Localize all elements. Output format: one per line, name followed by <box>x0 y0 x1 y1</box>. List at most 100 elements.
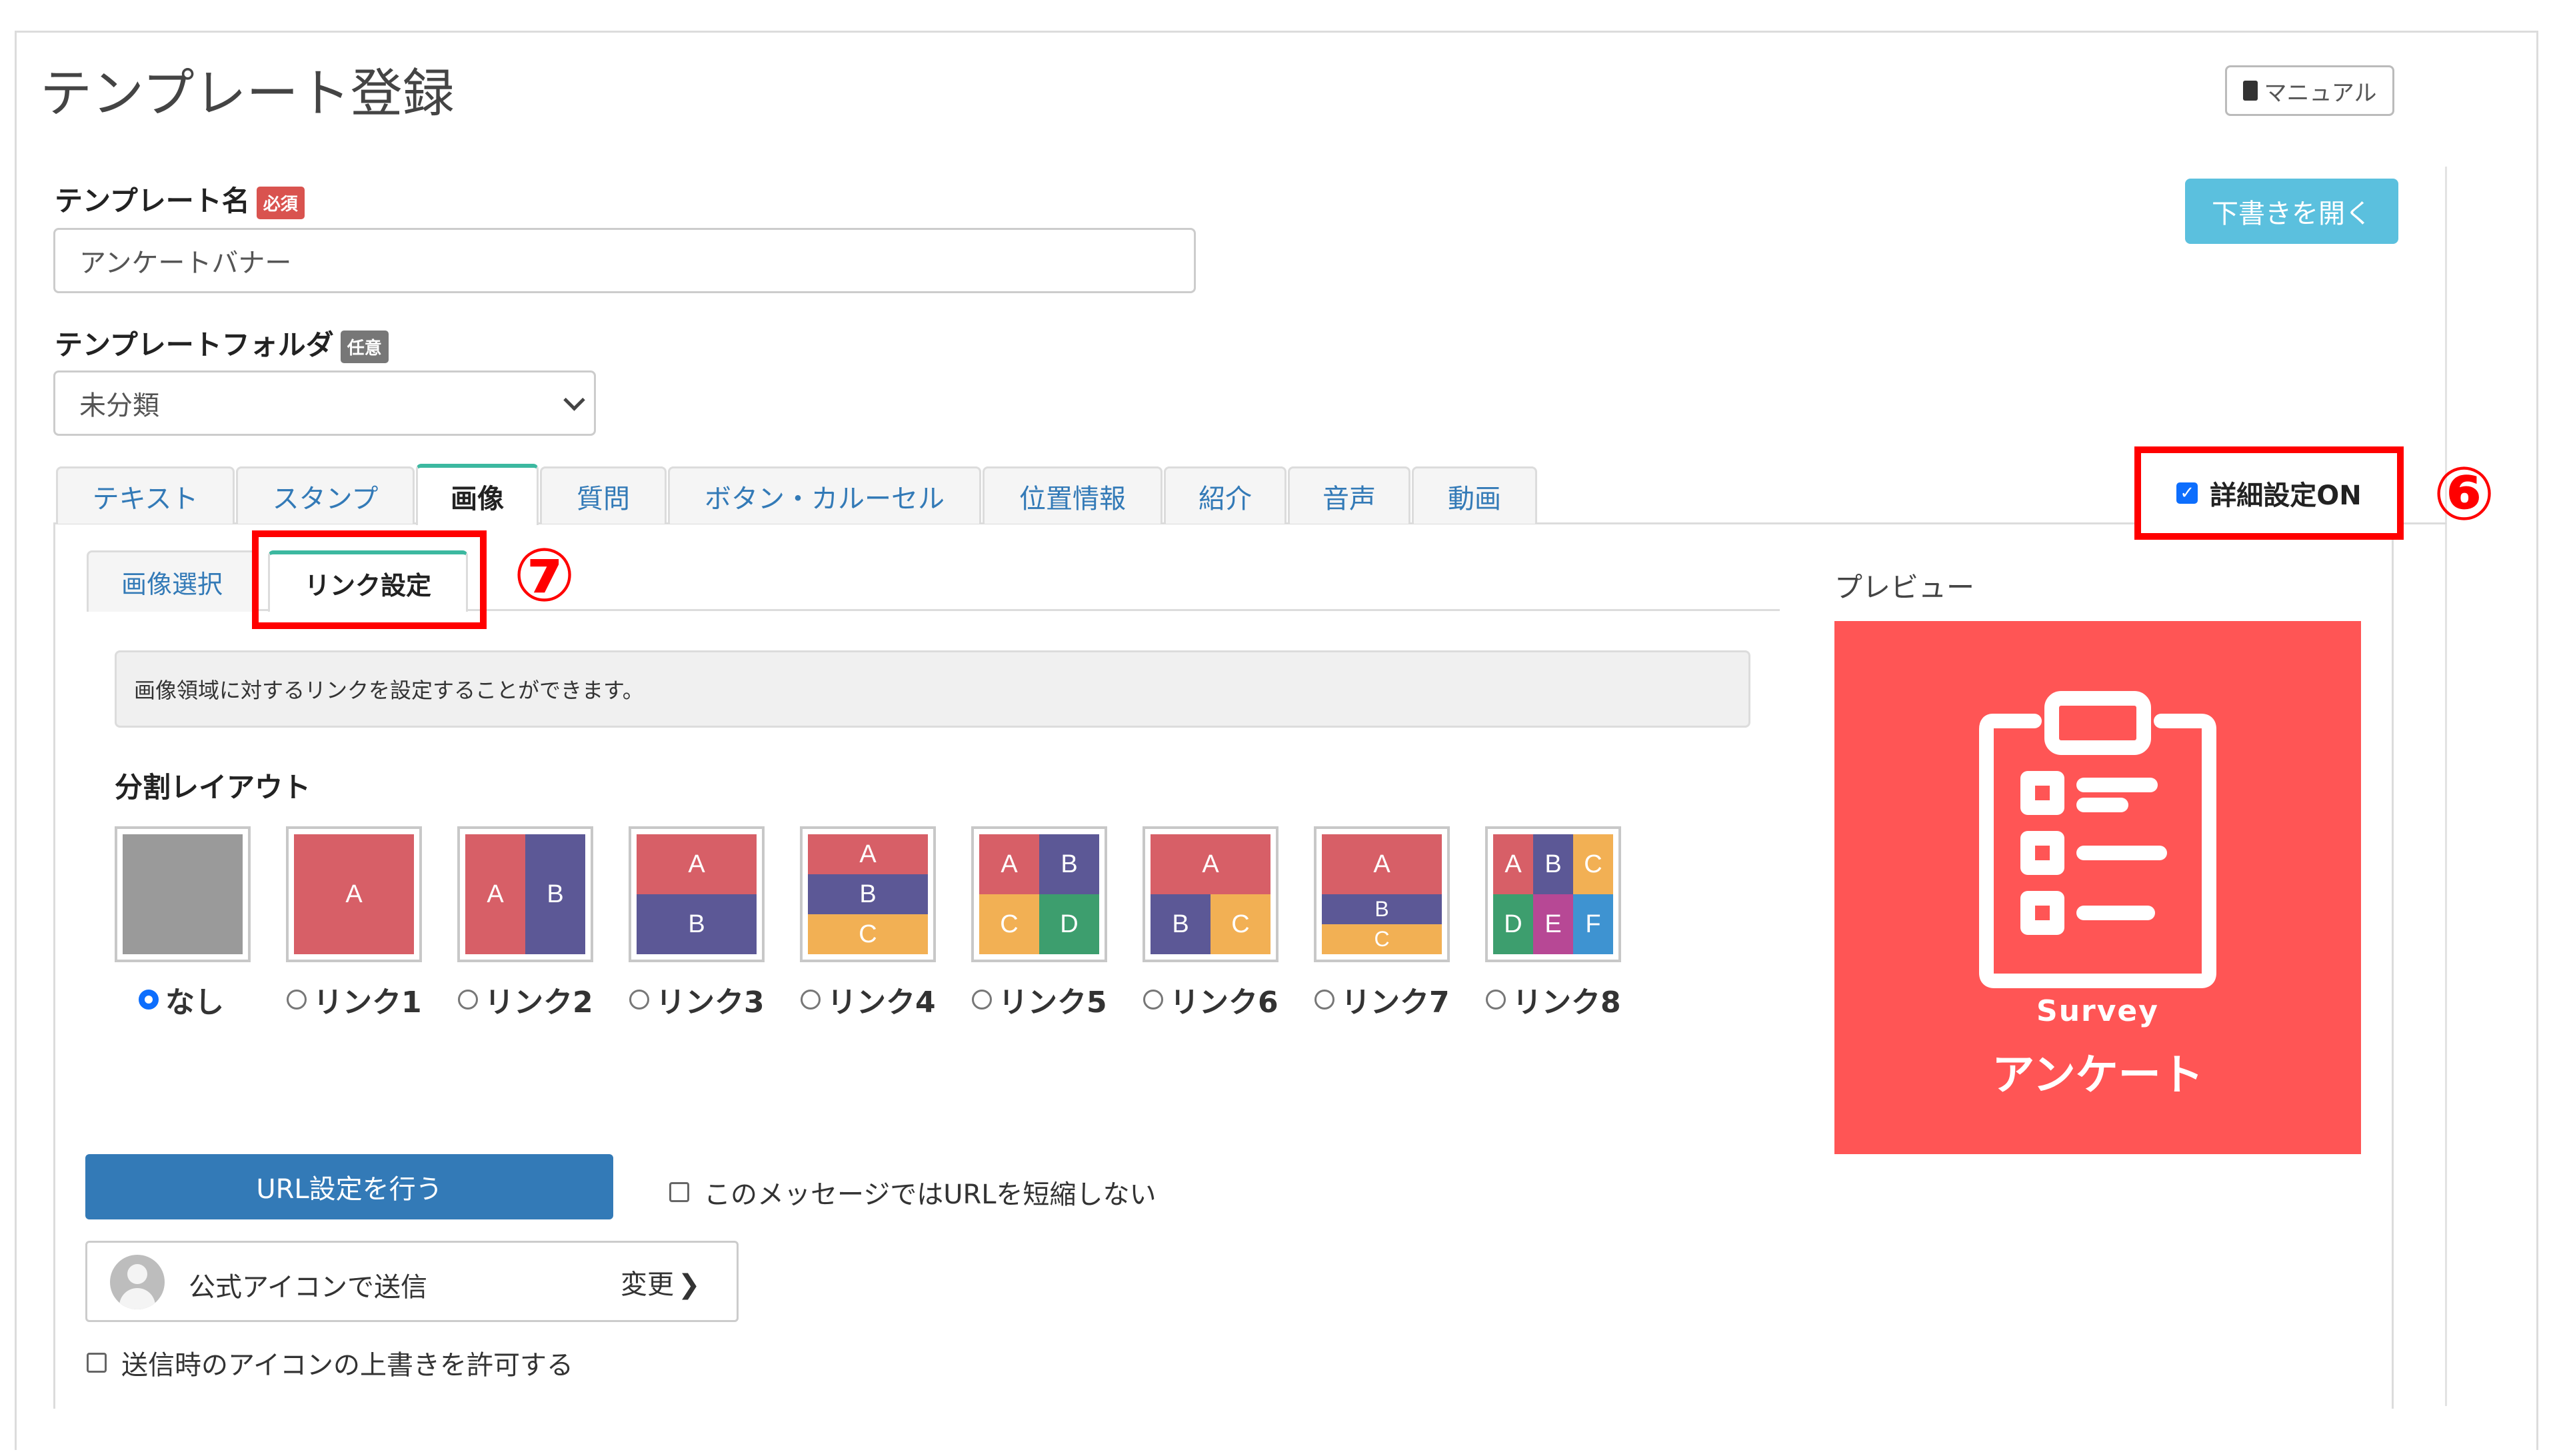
layout-radio-label: リンク7 <box>1341 986 1450 1020</box>
layout-radio-label: リンク6 <box>1170 986 1278 1020</box>
layout-radio-label: リンク3 <box>656 986 765 1020</box>
pane-right-border <box>2392 522 2394 1409</box>
layout-thumb-link8[interactable]: A B C D E F <box>1485 826 1621 962</box>
tab-audio[interactable]: 音声 <box>1288 466 1410 524</box>
layout-cell: D <box>1493 894 1533 954</box>
layout-thumb-link6[interactable]: A B C <box>1143 826 1278 962</box>
layout-thumb-link7[interactable]: A B C <box>1314 826 1450 962</box>
layout-cell: A <box>979 834 1039 894</box>
layout-radio-link6[interactable]: リンク6 <box>1143 978 1278 1021</box>
layout-radio-link2[interactable]: リンク2 <box>458 978 593 1021</box>
annotation-marker-6: ⑥ <box>2433 451 2496 536</box>
template-folder-value: 未分類 <box>79 390 159 421</box>
layout-cell: B <box>1322 894 1442 924</box>
radio-icon <box>1314 990 1334 1010</box>
layout-radio-link5[interactable]: リンク5 <box>972 978 1107 1021</box>
template-folder-label-text: テンプレートフォルダ <box>55 329 334 361</box>
required-badge: 必須 <box>256 187 305 219</box>
optional-badge: 任意 <box>340 331 389 363</box>
change-label: 変更 <box>621 1269 674 1300</box>
layout-cell: A <box>637 834 757 894</box>
checkbox-icon[interactable] <box>669 1182 689 1202</box>
checkbox-icon[interactable] <box>87 1353 107 1373</box>
layout-radio-link3[interactable]: リンク3 <box>629 978 765 1021</box>
preview-caption: Survey <box>2036 994 2159 1028</box>
layout-cell: A <box>1151 834 1271 894</box>
layout-thumb-link1[interactable]: A <box>286 826 422 962</box>
layout-radio-label: なし <box>165 986 224 1020</box>
tab-introduction[interactable]: 紹介 <box>1164 466 1286 524</box>
layout-thumb-none[interactable] <box>115 826 251 962</box>
layout-radio-link4[interactable]: リンク4 <box>801 978 936 1021</box>
layout-cell: C <box>979 894 1039 954</box>
pane-left-border <box>53 522 55 1409</box>
layout-thumb-link5[interactable]: A B C D <box>971 826 1107 962</box>
tab-question[interactable]: 質問 <box>540 466 667 524</box>
layout-cell: C <box>1322 924 1442 954</box>
layout-radio-label: リンク8 <box>1512 986 1621 1020</box>
radio-selected-icon <box>139 990 159 1010</box>
allow-icon-override-label: 送信時のアイコンの上書きを許可する <box>121 1350 573 1381</box>
tab-button-carousel[interactable]: ボタン・カルーセル <box>668 466 981 524</box>
tab-stamp[interactable]: スタンプ <box>236 466 415 524</box>
url-settings-button[interactable]: URL設定を行う <box>85 1154 613 1219</box>
preview-title: アンケート <box>1992 1051 2204 1100</box>
template-name-input[interactable]: アンケートバナー <box>53 228 1196 293</box>
book-icon <box>2242 81 2258 101</box>
layout-cell: C <box>1211 894 1271 954</box>
layout-cell: D <box>1039 894 1099 954</box>
radio-icon <box>629 990 649 1010</box>
layout-radio-none[interactable]: なし <box>139 978 224 1021</box>
tab-image[interactable]: 画像 <box>416 464 539 525</box>
chevron-right-icon: ❯ <box>678 1269 701 1300</box>
detail-setting-toggle[interactable]: ✓ 詳細設定ON <box>2134 446 2404 540</box>
right-divider <box>2445 167 2447 1406</box>
open-draft-button[interactable]: 下書きを開く <box>2185 179 2398 244</box>
layout-radio-label: リンク2 <box>485 986 593 1020</box>
radio-icon <box>1143 990 1163 1010</box>
layout-radio-label: リンク5 <box>999 986 1107 1020</box>
avatar <box>110 1255 165 1309</box>
layout-radio-link1[interactable]: リンク1 <box>287 978 422 1021</box>
sender-icon-selector[interactable]: 公式アイコンで送信 変更 ❯ <box>85 1241 739 1322</box>
layout-cell: B <box>1039 834 1099 894</box>
layout-cell: A <box>294 834 414 954</box>
chevron-down-icon <box>563 389 585 411</box>
layout-cell <box>123 834 243 954</box>
no-shorten-url-label: このメッセージではURLを短縮しない <box>704 1179 1157 1210</box>
info-text: 画像領域に対するリンクを設定することができます。 <box>134 678 644 703</box>
layout-radio-label: リンク4 <box>827 986 936 1020</box>
allow-icon-override-option[interactable]: 送信時のアイコンの上書きを許可する <box>87 1343 573 1382</box>
radio-icon <box>972 990 992 1010</box>
tab-video[interactable]: 動画 <box>1412 466 1537 524</box>
tab-text[interactable]: テキスト <box>56 466 235 524</box>
layout-cell: B <box>525 834 585 954</box>
template-folder-select[interactable]: 未分類 <box>53 370 596 436</box>
layout-cell: F <box>1573 894 1613 954</box>
highlight-box-link-settings <box>252 530 487 629</box>
preview-label: プレビュー <box>1834 571 1975 604</box>
layout-thumb-link2[interactable]: A B <box>457 826 593 962</box>
layout-thumb-link4[interactable]: A B C <box>800 826 936 962</box>
layout-radio-label: リンク1 <box>313 986 422 1020</box>
change-sender-link[interactable]: 変更 ❯ <box>621 1263 701 1301</box>
no-shorten-url-option[interactable]: このメッセージではURLを短縮しない <box>669 1173 1157 1211</box>
layout-radio-link8[interactable]: リンク8 <box>1486 978 1621 1021</box>
layout-cell: A <box>465 834 525 954</box>
layout-cell: B <box>637 894 757 954</box>
layout-heading: 分割レイアウト <box>115 771 311 804</box>
subtab-image-select[interactable]: 画像選択 <box>87 550 257 612</box>
layout-radio-link7[interactable]: リンク7 <box>1314 978 1450 1021</box>
layout-thumb-link3[interactable]: A B <box>629 826 765 962</box>
page-title: テンプレート登録 <box>40 64 455 124</box>
template-name-value: アンケートバナー <box>79 248 292 279</box>
layout-cell: C <box>808 914 928 954</box>
info-message: 画像領域に対するリンクを設定することができます。 <box>115 650 1750 728</box>
radio-icon <box>458 990 478 1010</box>
layout-cell: A <box>1322 834 1442 894</box>
layout-cell: B <box>1533 834 1573 894</box>
manual-button[interactable]: マニュアル <box>2225 65 2394 116</box>
sender-label: 公式アイコンで送信 <box>189 1272 427 1303</box>
tab-location[interactable]: 位置情報 <box>983 466 1163 524</box>
template-name-label-text: テンプレート名 <box>55 185 250 217</box>
